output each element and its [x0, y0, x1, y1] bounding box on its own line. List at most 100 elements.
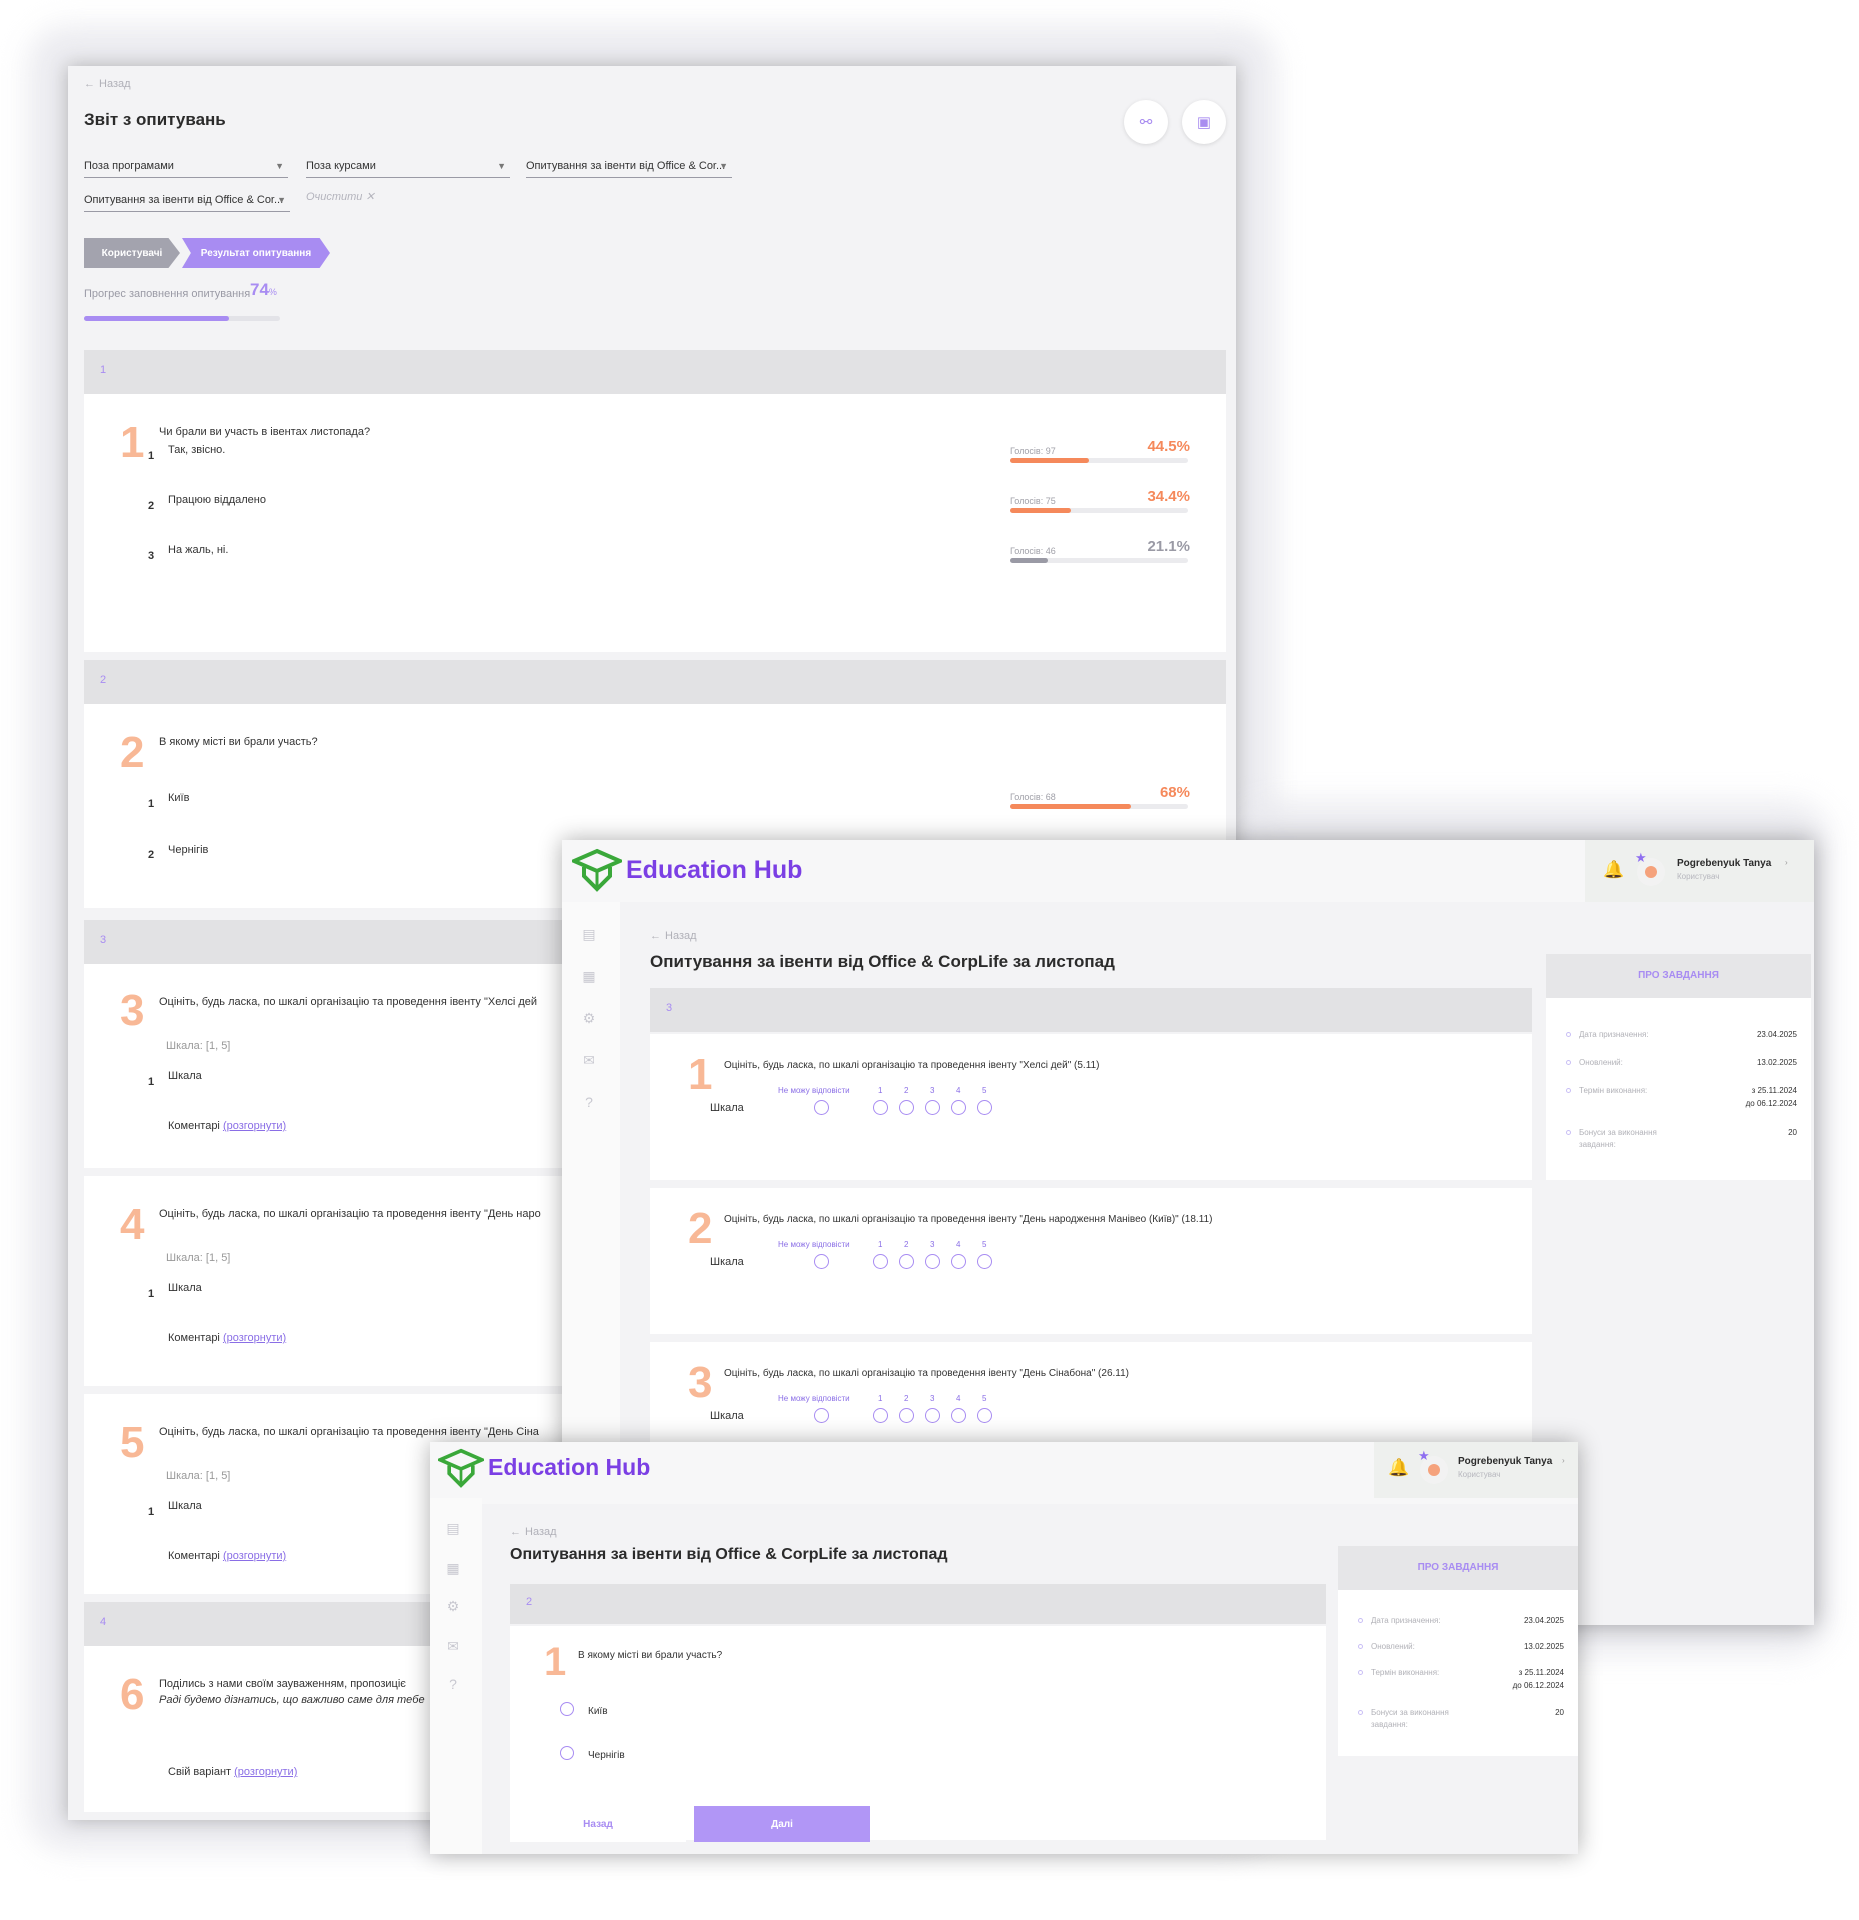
inbox-icon[interactable]: ✉	[580, 1052, 598, 1070]
catalog-icon[interactable]: ▦	[444, 1560, 462, 1578]
scale-radio-1[interactable]	[873, 1254, 888, 1269]
scale-radio-5[interactable]	[977, 1100, 992, 1115]
survey-filter[interactable]: Опитування за івенти від Office & Cor...…	[526, 156, 732, 178]
scale-label: Шкала	[710, 1256, 744, 1268]
bullet-icon	[1358, 1670, 1363, 1675]
bullet-icon	[1358, 1710, 1363, 1715]
cant-answer-radio[interactable]	[814, 1408, 829, 1423]
scale-radio-1[interactable]	[873, 1100, 888, 1115]
excel-export-button[interactable]: ▣	[1182, 100, 1226, 144]
user-menu[interactable]: 🔔 ★ Pogrebenyuk Tanya Користувач ›	[1374, 1442, 1578, 1498]
expand-link[interactable]: (розгорнути)	[223, 1332, 286, 1344]
votes-count: Голосів: 46	[1010, 546, 1056, 556]
catalog-icon[interactable]: ▦	[580, 968, 598, 986]
help-icon[interactable]: ?	[580, 1094, 598, 1112]
question-number: 5	[120, 1418, 145, 1467]
scale-radio-3[interactable]	[925, 1408, 940, 1423]
radio-chernihiv[interactable]	[560, 1746, 574, 1760]
own-answer: Свій варіант (розгорнути)	[168, 1766, 298, 1778]
option-text: Шкала	[168, 1282, 202, 1294]
star-icon: ★	[1418, 1448, 1430, 1463]
back-button[interactable]: Назад	[510, 1806, 686, 1842]
calendar-icon[interactable]: ▤	[444, 1520, 462, 1538]
scale-radio-2[interactable]	[899, 1408, 914, 1423]
scale-radio-5[interactable]	[977, 1254, 992, 1269]
user-menu[interactable]: 🔔 ★ Pogrebenyuk Tanya Користувач ›	[1585, 840, 1814, 902]
option-text: Київ	[588, 1706, 608, 1717]
cant-answer-radio[interactable]	[814, 1254, 829, 1269]
expand-link[interactable]: (розгорнути)	[223, 1550, 286, 1562]
scale-mark: 3	[930, 1086, 935, 1095]
close-icon: ✕	[365, 191, 375, 203]
cant-answer-radio[interactable]	[814, 1100, 829, 1115]
inbox-icon[interactable]: ✉	[444, 1638, 462, 1656]
bell-icon[interactable]: 🔔	[1388, 1458, 1409, 1478]
scale-radio-4[interactable]	[951, 1408, 966, 1423]
calendar-icon[interactable]: ▤	[580, 926, 598, 944]
settings-icon[interactable]: ⚙	[580, 1010, 598, 1028]
scale-radio-2[interactable]	[899, 1100, 914, 1115]
term-label: Термін виконання:	[1566, 1086, 1647, 1095]
bonus-value: 20	[1555, 1708, 1564, 1717]
scale-mark: 2	[904, 1240, 909, 1249]
scale-radio-5[interactable]	[977, 1408, 992, 1423]
expand-link[interactable]: (розгорнути)	[223, 1120, 286, 1132]
vote-bar	[1010, 804, 1188, 809]
bullet-icon	[1566, 1130, 1571, 1135]
back-link[interactable]: ← Назад	[84, 78, 131, 90]
scale-mark: 4	[956, 1394, 961, 1403]
scale-mark: 1	[878, 1086, 883, 1095]
help-icon[interactable]: ?	[444, 1676, 462, 1694]
back-link[interactable]: ← Назад	[650, 930, 697, 942]
term-to: до 06.12.2024	[1512, 1681, 1564, 1690]
term-from: з 25.11.2024	[1518, 1668, 1564, 1677]
vote-bar-fill	[1010, 458, 1090, 463]
option-number: 1	[148, 1288, 155, 1300]
program-filter[interactable]: Поза програмами ▼	[84, 156, 288, 178]
comments: Коментарі (розгорнути)	[168, 1332, 287, 1344]
scale-radio-2[interactable]	[899, 1254, 914, 1269]
app-header: Education Hub 🔔 ★ Pogrebenyuk Tanya Кори…	[430, 1442, 1578, 1504]
course-filter[interactable]: Поза курсами ▼	[306, 156, 510, 178]
scale-label: Шкала	[710, 1102, 744, 1114]
question-number: 1	[688, 1050, 713, 1099]
scale-radio-4[interactable]	[951, 1254, 966, 1269]
clear-filters-button[interactable]: Очистити ✕	[306, 190, 375, 203]
scale-mark: 3	[930, 1240, 935, 1249]
option-text: На жаль, ні.	[168, 544, 229, 556]
question-number: 6	[120, 1670, 145, 1719]
star-icon: ★	[1635, 850, 1647, 865]
settings-icon[interactable]: ⚙	[444, 1598, 462, 1616]
scale-radio-3[interactable]	[925, 1100, 940, 1115]
scale-radio-4[interactable]	[951, 1100, 966, 1115]
chevron-down-icon: ▼	[497, 161, 506, 171]
option-text: Працюю віддалено	[168, 494, 266, 506]
task-info-panel: ПРО ЗАВДАННЯ Дата призначення: 23.04.202…	[1546, 954, 1811, 1180]
scale-mark: 4	[956, 1240, 961, 1249]
question-card: 1 Оцініть, будь ласка, по шкалі організа…	[650, 1034, 1532, 1180]
vote-percent: 21.1%	[1147, 538, 1190, 555]
option-text: Шкала	[168, 1500, 202, 1512]
bonus-label-cont: завдання:	[1579, 1140, 1616, 1149]
survey-filter-2[interactable]: Опитування за івенти від Office & Cor...…	[84, 190, 290, 212]
progress-bar-fill	[84, 316, 230, 321]
tab-survey-result[interactable]: Результат опитування	[182, 238, 330, 268]
scale-radio-1[interactable]	[873, 1408, 888, 1423]
expand-link[interactable]: (розгорнути)	[234, 1766, 297, 1778]
question-number: 3	[120, 986, 145, 1035]
radio-kyiv[interactable]	[560, 1702, 574, 1716]
vote-percent: 68%	[1159, 784, 1190, 801]
scale-mark: 5	[982, 1086, 987, 1095]
chart-export-button[interactable]: ⚯	[1124, 100, 1168, 144]
tab-users[interactable]: Користувачі	[84, 238, 180, 268]
logo-icon	[572, 848, 622, 892]
page-title: Опитування за івенти від Office & CorpLi…	[650, 952, 1115, 971]
arrow-left-icon: ←	[650, 930, 661, 942]
back-link[interactable]: ← Назад	[510, 1526, 557, 1538]
bell-icon[interactable]: 🔔	[1603, 860, 1624, 880]
panel-title: ПРО ЗАВДАННЯ	[1338, 1546, 1578, 1590]
chevron-right-icon: ›	[1785, 858, 1788, 867]
bonus-value: 20	[1788, 1128, 1797, 1137]
scale-radio-3[interactable]	[925, 1254, 940, 1269]
next-button[interactable]: Далі	[694, 1806, 870, 1842]
